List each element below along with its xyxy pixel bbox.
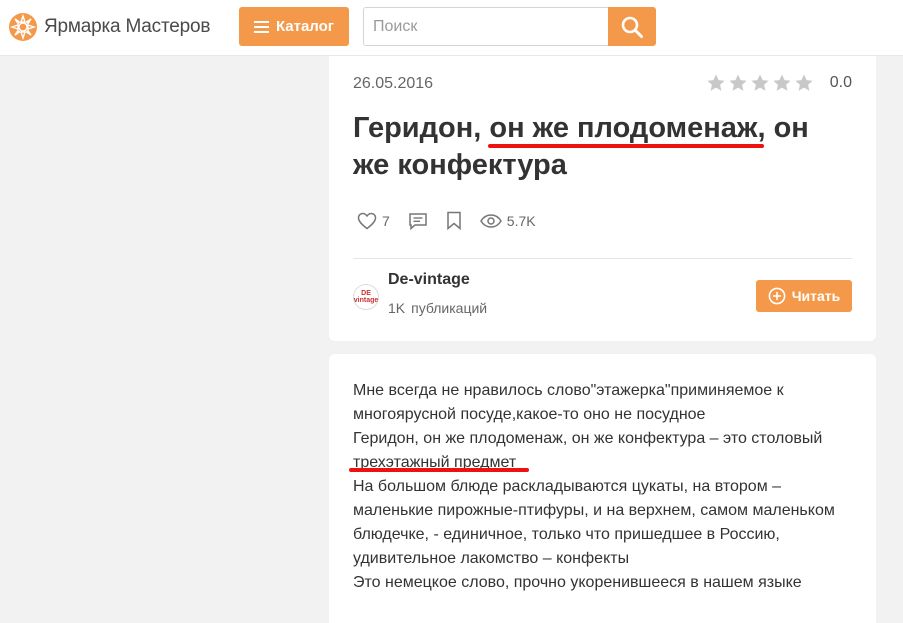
post-date: 26.05.2016: [353, 75, 434, 92]
star-icon[interactable]: [750, 73, 770, 93]
text-line: удивительное лакомство – конфекты: [353, 550, 630, 567]
text-line: Мне всегда не нравилось слово"этажерка"п…: [353, 382, 784, 399]
annotation-underline: [488, 144, 764, 148]
star-icon[interactable]: [794, 73, 814, 93]
comment-icon: [409, 212, 427, 230]
heart-icon: [357, 212, 377, 229]
author-publications: 1K публикаций: [388, 300, 487, 316]
text-line: Это немецкое слово, прочно укоренившееся…: [353, 574, 802, 591]
rating-value: 0.0: [829, 74, 852, 91]
publications-label: публикаций: [411, 300, 488, 316]
post-header-card: 26.05.2016 0.0 Геридон, он же плодоменаж…: [329, 56, 876, 341]
bookmark-icon: [447, 211, 461, 230]
post-stats: 7 5.7K: [357, 211, 554, 230]
search-button[interactable]: [608, 7, 656, 46]
catalog-button[interactable]: Каталог: [239, 7, 349, 46]
catalog-button-label: Каталог: [275, 18, 335, 35]
search-icon: [621, 16, 643, 38]
rating[interactable]: 0.0: [704, 73, 852, 93]
views-counter: 5.7K: [479, 212, 536, 229]
plus-circle-icon: [768, 287, 786, 305]
menu-icon: [253, 20, 269, 33]
site-header: Ярмарка Мастеров Каталог: [0, 0, 903, 56]
divider: [353, 258, 852, 259]
text-line: блюдечке, - единичное, только что пришед…: [353, 526, 780, 543]
like-button[interactable]: 7: [357, 212, 390, 230]
text-line: Геридон, он же плодоменаж, он же конфект…: [353, 430, 823, 447]
comments-button[interactable]: [408, 212, 428, 230]
bookmark-button[interactable]: [446, 211, 462, 230]
sun-logo-icon: [9, 13, 37, 41]
likes-count: 7: [382, 212, 390, 229]
star-icon[interactable]: [772, 73, 792, 93]
author-name[interactable]: De-vintage: [388, 271, 487, 289]
search-input[interactable]: [363, 7, 610, 46]
text-line: На большом блюде раскладываются цукаты, …: [353, 478, 782, 495]
star-icon[interactable]: [728, 73, 748, 93]
post-text: Мне всегда не нравилось слово"этажерка"п…: [353, 379, 853, 595]
text-line: маленькие пирожные-птифуры, и на верхнем…: [353, 502, 835, 519]
logo-text: Ярмарка Мастеров: [44, 16, 211, 37]
post-body-card: Мне всегда не нравилось слово"этажерка"п…: [329, 354, 876, 623]
annotation-underline: [349, 468, 529, 472]
star-icon[interactable]: [706, 73, 726, 93]
author-avatar[interactable]: DE vintage: [353, 284, 379, 310]
author-block[interactable]: DE vintage De-vintage 1K публикаций: [353, 271, 487, 316]
site-logo[interactable]: Ярмарка Мастеров: [8, 10, 210, 44]
follow-button[interactable]: Читать: [756, 280, 852, 312]
publications-count: 1K: [388, 300, 406, 316]
text-line: многоярусной посуде,какое-то оно не посу…: [353, 406, 706, 423]
follow-button-label: Читать: [791, 288, 841, 304]
views-count: 5.7K: [506, 212, 536, 229]
eye-icon: [479, 213, 502, 228]
